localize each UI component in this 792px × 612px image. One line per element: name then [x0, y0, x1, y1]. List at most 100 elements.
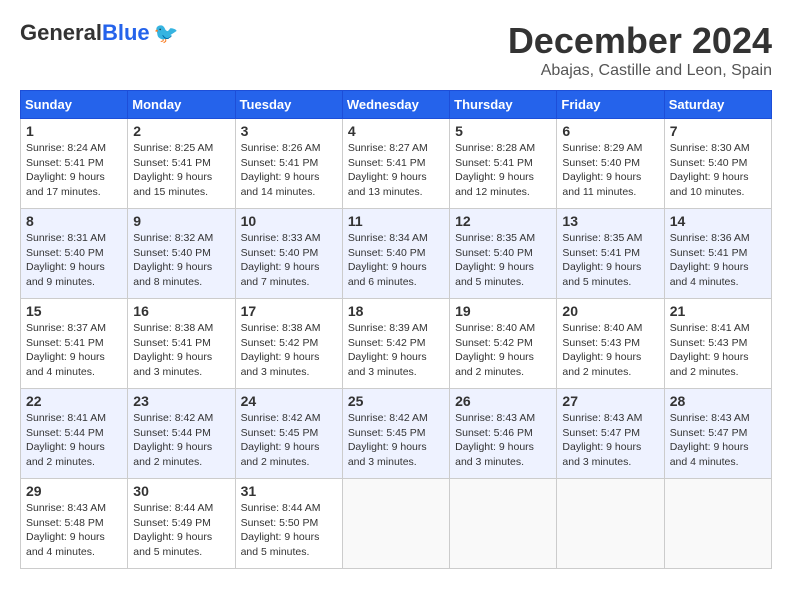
calendar-day-4: 4 Sunrise: 8:27 AM Sunset: 5:41 PM Dayli… [342, 119, 449, 209]
day-number: 27 [562, 393, 658, 409]
calendar-day-18: 18 Sunrise: 8:39 AM Sunset: 5:42 PM Dayl… [342, 299, 449, 389]
calendar-day-2: 2 Sunrise: 8:25 AM Sunset: 5:41 PM Dayli… [128, 119, 235, 209]
empty-cell [664, 479, 771, 569]
day-info: Sunrise: 8:42 AM Sunset: 5:44 PM Dayligh… [133, 411, 229, 470]
day-info: Sunrise: 8:42 AM Sunset: 5:45 PM Dayligh… [348, 411, 444, 470]
weekday-header-friday: Friday [557, 91, 664, 119]
logo: GeneralBlue 🐦 [20, 20, 179, 46]
calendar-week-2: 8 Sunrise: 8:31 AM Sunset: 5:40 PM Dayli… [21, 209, 772, 299]
calendar-day-1: 1 Sunrise: 8:24 AM Sunset: 5:41 PM Dayli… [21, 119, 128, 209]
calendar-day-23: 23 Sunrise: 8:42 AM Sunset: 5:44 PM Dayl… [128, 389, 235, 479]
calendar-day-15: 15 Sunrise: 8:37 AM Sunset: 5:41 PM Dayl… [21, 299, 128, 389]
calendar-day-13: 13 Sunrise: 8:35 AM Sunset: 5:41 PM Dayl… [557, 209, 664, 299]
calendar-day-14: 14 Sunrise: 8:36 AM Sunset: 5:41 PM Dayl… [664, 209, 771, 299]
day-info: Sunrise: 8:35 AM Sunset: 5:41 PM Dayligh… [562, 231, 658, 290]
day-info: Sunrise: 8:43 AM Sunset: 5:48 PM Dayligh… [26, 501, 122, 560]
day-number: 6 [562, 123, 658, 139]
calendar-day-16: 16 Sunrise: 8:38 AM Sunset: 5:41 PM Dayl… [128, 299, 235, 389]
empty-cell [557, 479, 664, 569]
day-info: Sunrise: 8:39 AM Sunset: 5:42 PM Dayligh… [348, 321, 444, 380]
day-info: Sunrise: 8:43 AM Sunset: 5:46 PM Dayligh… [455, 411, 551, 470]
day-number: 23 [133, 393, 229, 409]
day-number: 22 [26, 393, 122, 409]
calendar-day-19: 19 Sunrise: 8:40 AM Sunset: 5:42 PM Dayl… [450, 299, 557, 389]
calendar-day-17: 17 Sunrise: 8:38 AM Sunset: 5:42 PM Dayl… [235, 299, 342, 389]
calendar-day-8: 8 Sunrise: 8:31 AM Sunset: 5:40 PM Dayli… [21, 209, 128, 299]
day-number: 25 [348, 393, 444, 409]
weekday-header-saturday: Saturday [664, 91, 771, 119]
day-number: 5 [455, 123, 551, 139]
day-number: 3 [241, 123, 337, 139]
day-number: 10 [241, 213, 337, 229]
day-number: 30 [133, 483, 229, 499]
day-number: 13 [562, 213, 658, 229]
day-info: Sunrise: 8:27 AM Sunset: 5:41 PM Dayligh… [348, 141, 444, 200]
day-info: Sunrise: 8:41 AM Sunset: 5:43 PM Dayligh… [670, 321, 766, 380]
calendar-week-4: 22 Sunrise: 8:41 AM Sunset: 5:44 PM Dayl… [21, 389, 772, 479]
title-area: December 2024 Abajas, Castille and Leon,… [508, 20, 772, 80]
calendar-week-3: 15 Sunrise: 8:37 AM Sunset: 5:41 PM Dayl… [21, 299, 772, 389]
day-number: 29 [26, 483, 122, 499]
logo-general-text: GeneralBlue [20, 20, 150, 46]
calendar-header-row: SundayMondayTuesdayWednesdayThursdayFrid… [21, 91, 772, 119]
day-number: 15 [26, 303, 122, 319]
calendar-day-9: 9 Sunrise: 8:32 AM Sunset: 5:40 PM Dayli… [128, 209, 235, 299]
calendar-day-27: 27 Sunrise: 8:43 AM Sunset: 5:47 PM Dayl… [557, 389, 664, 479]
day-info: Sunrise: 8:24 AM Sunset: 5:41 PM Dayligh… [26, 141, 122, 200]
calendar-day-6: 6 Sunrise: 8:29 AM Sunset: 5:40 PM Dayli… [557, 119, 664, 209]
calendar-day-22: 22 Sunrise: 8:41 AM Sunset: 5:44 PM Dayl… [21, 389, 128, 479]
day-number: 21 [670, 303, 766, 319]
calendar-day-30: 30 Sunrise: 8:44 AM Sunset: 5:49 PM Dayl… [128, 479, 235, 569]
day-number: 24 [241, 393, 337, 409]
day-info: Sunrise: 8:33 AM Sunset: 5:40 PM Dayligh… [241, 231, 337, 290]
day-number: 28 [670, 393, 766, 409]
empty-cell [342, 479, 449, 569]
day-info: Sunrise: 8:37 AM Sunset: 5:41 PM Dayligh… [26, 321, 122, 380]
calendar-day-26: 26 Sunrise: 8:43 AM Sunset: 5:46 PM Dayl… [450, 389, 557, 479]
day-info: Sunrise: 8:43 AM Sunset: 5:47 PM Dayligh… [670, 411, 766, 470]
day-number: 8 [26, 213, 122, 229]
calendar-week-5: 29 Sunrise: 8:43 AM Sunset: 5:48 PM Dayl… [21, 479, 772, 569]
day-info: Sunrise: 8:40 AM Sunset: 5:43 PM Dayligh… [562, 321, 658, 380]
day-info: Sunrise: 8:28 AM Sunset: 5:41 PM Dayligh… [455, 141, 551, 200]
day-number: 18 [348, 303, 444, 319]
calendar-table: SundayMondayTuesdayWednesdayThursdayFrid… [20, 90, 772, 569]
weekday-header-thursday: Thursday [450, 91, 557, 119]
month-title: December 2024 [508, 20, 772, 62]
day-number: 14 [670, 213, 766, 229]
day-number: 20 [562, 303, 658, 319]
day-number: 9 [133, 213, 229, 229]
calendar-day-24: 24 Sunrise: 8:42 AM Sunset: 5:45 PM Dayl… [235, 389, 342, 479]
day-number: 31 [241, 483, 337, 499]
day-info: Sunrise: 8:30 AM Sunset: 5:40 PM Dayligh… [670, 141, 766, 200]
day-info: Sunrise: 8:35 AM Sunset: 5:40 PM Dayligh… [455, 231, 551, 290]
calendar-day-20: 20 Sunrise: 8:40 AM Sunset: 5:43 PM Dayl… [557, 299, 664, 389]
day-info: Sunrise: 8:25 AM Sunset: 5:41 PM Dayligh… [133, 141, 229, 200]
calendar-day-29: 29 Sunrise: 8:43 AM Sunset: 5:48 PM Dayl… [21, 479, 128, 569]
day-info: Sunrise: 8:40 AM Sunset: 5:42 PM Dayligh… [455, 321, 551, 380]
calendar-day-11: 11 Sunrise: 8:34 AM Sunset: 5:40 PM Dayl… [342, 209, 449, 299]
day-info: Sunrise: 8:32 AM Sunset: 5:40 PM Dayligh… [133, 231, 229, 290]
day-info: Sunrise: 8:38 AM Sunset: 5:41 PM Dayligh… [133, 321, 229, 380]
day-info: Sunrise: 8:43 AM Sunset: 5:47 PM Dayligh… [562, 411, 658, 470]
day-number: 17 [241, 303, 337, 319]
day-number: 19 [455, 303, 551, 319]
weekday-header-tuesday: Tuesday [235, 91, 342, 119]
calendar-day-10: 10 Sunrise: 8:33 AM Sunset: 5:40 PM Dayl… [235, 209, 342, 299]
day-number: 7 [670, 123, 766, 139]
day-number: 11 [348, 213, 444, 229]
day-number: 1 [26, 123, 122, 139]
day-info: Sunrise: 8:31 AM Sunset: 5:40 PM Dayligh… [26, 231, 122, 290]
calendar-day-25: 25 Sunrise: 8:42 AM Sunset: 5:45 PM Dayl… [342, 389, 449, 479]
location-subtitle: Abajas, Castille and Leon, Spain [508, 62, 772, 80]
calendar-day-21: 21 Sunrise: 8:41 AM Sunset: 5:43 PM Dayl… [664, 299, 771, 389]
calendar-day-7: 7 Sunrise: 8:30 AM Sunset: 5:40 PM Dayli… [664, 119, 771, 209]
calendar-day-28: 28 Sunrise: 8:43 AM Sunset: 5:47 PM Dayl… [664, 389, 771, 479]
day-info: Sunrise: 8:42 AM Sunset: 5:45 PM Dayligh… [241, 411, 337, 470]
weekday-header-sunday: Sunday [21, 91, 128, 119]
empty-cell [450, 479, 557, 569]
calendar-day-12: 12 Sunrise: 8:35 AM Sunset: 5:40 PM Dayl… [450, 209, 557, 299]
logo-bird-icon: 🐦 [154, 21, 179, 46]
weekday-header-wednesday: Wednesday [342, 91, 449, 119]
day-info: Sunrise: 8:38 AM Sunset: 5:42 PM Dayligh… [241, 321, 337, 380]
